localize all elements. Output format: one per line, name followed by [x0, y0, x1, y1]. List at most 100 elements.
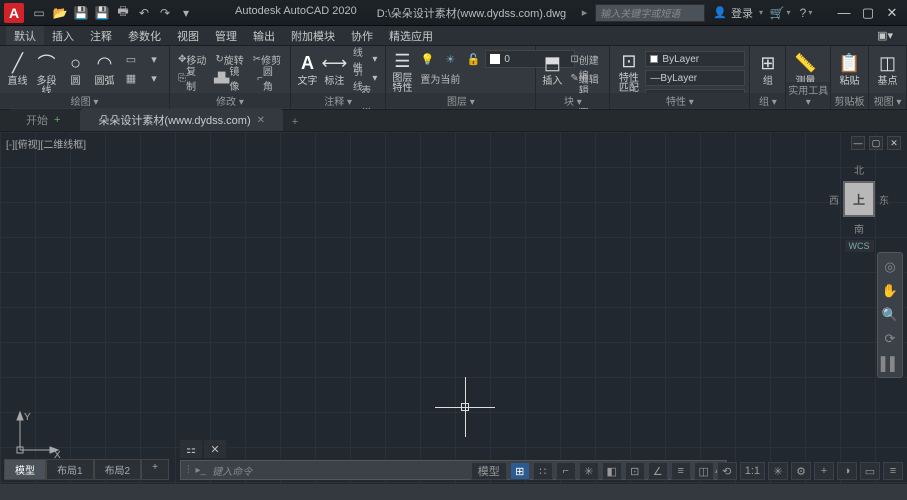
viewport-label[interactable]: [-][俯视][二维线框] — [6, 136, 86, 151]
tab-default[interactable]: 默认 — [6, 26, 44, 45]
workspace-button[interactable]: ⚙ — [791, 462, 811, 480]
undo-icon[interactable]: ↶ — [135, 4, 153, 22]
annomonitor-toggle[interactable]: + — [814, 462, 834, 480]
close-icon[interactable]: ✕ — [257, 115, 265, 126]
circle-button[interactable]: ○圆 — [62, 48, 89, 94]
panel-label[interactable]: 注释 ▾ — [291, 93, 385, 108]
vc-north[interactable]: 北 — [829, 162, 889, 177]
panel-label[interactable]: 特性 ▾ — [610, 93, 749, 108]
vp-close-button[interactable]: ✕ — [887, 136, 901, 150]
panel-label[interactable]: 块 ▾ — [536, 93, 609, 108]
redo-icon[interactable]: ↷ — [156, 4, 174, 22]
line-button[interactable]: ╱直线 — [4, 48, 31, 94]
app-exchange-icon[interactable]: 🛒▾ — [771, 4, 789, 22]
vc-west[interactable]: 西 — [829, 192, 839, 207]
copy-button[interactable]: ⎘ 复制 — [174, 69, 209, 87]
dim-button[interactable]: ⟷标注 — [322, 48, 347, 94]
tab-file[interactable]: 朵朵设计素材(www.dydss.com)✕ — [80, 109, 283, 131]
lineweight-select[interactable]: — ByLayer — [645, 70, 745, 86]
isolate-button[interactable]: ◑ — [837, 462, 857, 480]
fillet-button[interactable]: ⌐ 圆角 — [253, 69, 286, 87]
orbit-icon[interactable]: ⟳ — [880, 329, 900, 349]
save-icon[interactable]: 💾 — [72, 4, 90, 22]
setcurrent-button[interactable]: 置为当前 — [416, 69, 464, 87]
paste-button[interactable]: 📋粘贴 — [835, 48, 864, 94]
vc-east[interactable]: 东 — [879, 192, 889, 207]
tab-parametric[interactable]: 参数化 — [120, 26, 169, 45]
cmd-handle-icon[interactable]: ⫶ — [187, 465, 190, 476]
bulb-icon[interactable]: 💡 — [416, 50, 438, 68]
tab-add-button[interactable]: + — [285, 113, 305, 131]
layerprops-button[interactable]: ☰图层特性 — [390, 48, 414, 94]
tab-expand-icon[interactable]: ▣▾ — [869, 26, 901, 45]
layout1-tab[interactable]: 布局1 — [46, 459, 94, 480]
panel-label[interactable]: 绘图 ▾ — [0, 93, 169, 108]
tab-start[interactable]: 开始+ — [8, 109, 78, 131]
ortho-toggle[interactable]: ⌐ — [556, 462, 576, 480]
arc-button[interactable]: ◠圆弧 — [91, 48, 118, 94]
panel-label[interactable]: 实用工具 ▾ — [786, 82, 830, 108]
vc-south[interactable]: 南 — [829, 221, 889, 236]
isodraft-toggle[interactable]: ◧ — [602, 462, 622, 480]
sun-icon[interactable]: ☀ — [439, 50, 461, 68]
polar-toggle[interactable]: ✳ — [579, 462, 599, 480]
color-select[interactable]: ByLayer — [645, 51, 745, 67]
vp-max-button[interactable]: ▢ — [869, 136, 883, 150]
tab-output[interactable]: 输出 — [245, 26, 283, 45]
layout2-tab[interactable]: 布局2 — [94, 459, 142, 480]
pan-icon[interactable]: ✋ — [880, 281, 900, 301]
panel-label[interactable]: 图层 ▾ — [386, 93, 535, 108]
text-button[interactable]: A文字 — [295, 48, 320, 94]
maximize-button[interactable]: ▢ — [857, 4, 879, 22]
mirror-button[interactable]: ▟▙ 镜像 — [210, 69, 252, 87]
base-button[interactable]: ◫基点 — [873, 48, 902, 94]
dd[interactable]: ▾ — [143, 50, 165, 68]
tab-collab[interactable]: 协作 — [343, 26, 381, 45]
viewcube[interactable]: 北 西 上 东 南 WCS — [829, 162, 889, 252]
cleanscreen-button[interactable]: ▭ — [860, 462, 880, 480]
tab-view[interactable]: 视图 — [169, 26, 207, 45]
tab-annotate[interactable]: 注释 — [82, 26, 120, 45]
matchprop-button[interactable]: ⊡特性匹配 — [614, 48, 643, 94]
cmd-close-icon[interactable]: ✕ — [204, 440, 226, 458]
wheel-icon[interactable]: ◎ — [880, 257, 900, 277]
otrack-toggle[interactable]: ∠ — [648, 462, 668, 480]
panel-label[interactable]: 剪贴板 — [831, 93, 868, 108]
plot-icon[interactable]: 🖶 — [114, 4, 132, 22]
annovis-toggle[interactable]: ✳ — [768, 462, 788, 480]
osnap-toggle[interactable]: ⊡ — [625, 462, 645, 480]
hatch-icon[interactable]: ▦ — [120, 69, 142, 87]
vp-min-button[interactable]: — — [851, 136, 865, 150]
customize-button[interactable]: ≡ — [883, 462, 903, 480]
tab-manage[interactable]: 管理 — [207, 26, 245, 45]
model-tab[interactable]: 模型 — [4, 459, 46, 480]
transparency-toggle[interactable]: ◫ — [694, 462, 714, 480]
layout-add-button[interactable]: + — [141, 459, 169, 480]
tab-featured[interactable]: 精选应用 — [381, 26, 441, 45]
panel-label[interactable]: 修改 ▾ — [170, 93, 290, 108]
snap-toggle[interactable]: ∷ — [533, 462, 553, 480]
showmotion-icon[interactable]: ▌▌ — [880, 353, 900, 373]
new-icon[interactable]: ▭ — [30, 4, 48, 22]
app-logo[interactable]: A — [4, 3, 24, 23]
open-icon[interactable]: 📂 — [51, 4, 69, 22]
lock-icon[interactable]: 🔓 — [462, 50, 484, 68]
panel-label[interactable]: 组 ▾ — [750, 93, 785, 108]
zoom-icon[interactable]: 🔍 — [880, 305, 900, 325]
search-input[interactable]: 输入关键字或短语 — [595, 4, 705, 22]
cycling-toggle[interactable]: ⟲ — [717, 462, 737, 480]
tab-addins[interactable]: 附加模块 — [283, 26, 343, 45]
close-button[interactable]: ✕ — [881, 4, 903, 22]
insert-button[interactable]: ⬒插入 — [540, 48, 564, 94]
minimize-button[interactable]: — — [833, 4, 855, 22]
vc-wcs[interactable]: WCS — [845, 240, 874, 252]
lineweight-toggle[interactable]: ≡ — [671, 462, 691, 480]
drawing-viewport[interactable]: [-][俯视][二维线框] — ▢ ✕ 北 西 上 东 南 WCS ◎ ✋ 🔍 … — [0, 132, 907, 484]
dd[interactable]: ▾ — [143, 69, 165, 87]
login-button[interactable]: 👤 登录 ▾ — [713, 5, 763, 21]
panel-label[interactable]: 视图 ▾ — [869, 93, 906, 108]
qat-dropdown-icon[interactable]: ▾ — [177, 4, 195, 22]
recent-input-icon[interactable]: ⚏ — [180, 440, 202, 458]
model-button[interactable]: 模型 — [471, 462, 507, 480]
vc-top[interactable]: 上 — [843, 181, 875, 217]
